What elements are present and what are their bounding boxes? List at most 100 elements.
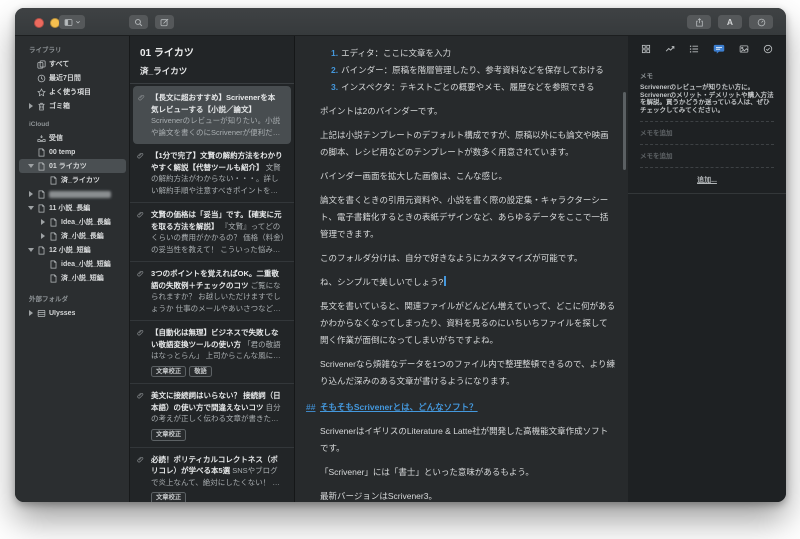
trash-icon — [37, 102, 46, 111]
paragraph[interactable]: 上記は小説テンプレートのデフォルト構成ですが、原稿以外にも論文や映画の脚本、レシ… — [320, 127, 616, 161]
keyword-tag[interactable]: 文章校正 — [151, 492, 186, 502]
redacted-label — [49, 191, 111, 198]
sidebar-item-01-raikatsu[interactable]: 01 ライカツ — [19, 159, 126, 173]
sheet-item[interactable]: 必読！ポリティカルコレクトネス（ポリコレ）が学べる本5選 SNSやブログで炎上な… — [130, 448, 294, 502]
sheet-icon — [49, 176, 58, 185]
paperclip-icon — [137, 392, 144, 399]
sheet-list: 01 ライカツ 済_ライカツ 【長文に超おすすめ】Scrivenerを本気レビュ… — [130, 36, 295, 502]
grid-icon[interactable] — [641, 44, 651, 54]
disclosure-triangle[interactable] — [27, 191, 34, 197]
disclosure-triangle[interactable] — [27, 248, 34, 252]
paragraph[interactable]: ポイントは2のバインダーです。 — [320, 103, 616, 120]
sheet-icon — [37, 246, 46, 255]
keyword-tag[interactable]: 文章校正 — [151, 429, 186, 441]
sheet-group-header: 済_ライカツ — [130, 63, 294, 84]
paragraph[interactable]: 長文を書いていると、関連ファイルがどんどん増えていって、どこに何があるかわからな… — [320, 298, 616, 349]
chevron-down-icon — [75, 19, 81, 25]
sidebar-item-sumi-novel-long[interactable]: 済_小説_長編 — [19, 229, 126, 243]
sidebar-item-last7days[interactable]: 最近7日間 — [19, 71, 126, 85]
sidebar-item-sumi-novel-short[interactable]: 済_小説_短編 — [19, 271, 126, 285]
titlebar: A — [15, 8, 786, 36]
sidebar-toggle-button[interactable] — [59, 15, 85, 29]
paragraph[interactable]: ScrivenerはイギリスのLiterature & Latte社が開発した高… — [320, 423, 616, 457]
sheet-icon — [49, 274, 58, 283]
keyword-tag[interactable]: 文章校正 — [151, 366, 186, 378]
sidebar-item-idea-novel-short[interactable]: idea_小説_短編 — [19, 257, 126, 271]
sidebar-item-redacted[interactable] — [19, 187, 126, 201]
goals-icon[interactable] — [763, 44, 773, 54]
sheet-icon — [37, 148, 46, 157]
sheet-item[interactable]: 3つのポイントを覚えればOK。二重敬語の失敗例＋チェックのコツ ご覧になられます… — [130, 262, 294, 321]
paragraph[interactable]: 論文を書くときの引用元資料や、小説を書く際の設定集・キャラクターシート、電子書籍… — [320, 192, 616, 243]
sidebar-header-library: ライブラリ — [19, 44, 126, 57]
attachments-panel: メモ Scrivenerのレビューが知りたい方に。Scrivenerのメリット・… — [628, 36, 786, 502]
sheet-icon — [37, 190, 46, 199]
inbox-icon — [37, 134, 46, 143]
sidebar-item-11-novel-long[interactable]: 11 小説_長編 — [19, 201, 126, 215]
text-cursor — [444, 276, 446, 286]
memo-note-text[interactable]: Scrivenerのレビューが知りたい方に。Scrivenerのメリット・デメリ… — [628, 84, 786, 114]
images-icon[interactable] — [739, 44, 749, 54]
sidebar-item-favorites[interactable]: よく使う項目 — [19, 85, 126, 99]
sheet-item[interactable]: 【自動化は無理】ビジネスで失敗しない敬語変換ツールの使い方 「君の敬語はなっとら… — [130, 321, 294, 384]
memo-add-placeholder[interactable]: メモを追加 — [628, 145, 786, 160]
statistics-icon — [757, 18, 766, 27]
paperclip-icon — [137, 456, 144, 463]
disclosure-triangle[interactable] — [27, 206, 34, 210]
sidebar-item-ulysses[interactable]: Ulysses — [19, 306, 126, 320]
markdown-heading-marker: ## — [306, 399, 315, 416]
sidebar-item-idea-novel-long[interactable]: Idea_小説_長編 — [19, 215, 126, 229]
sidebar-item-sumi-raikatsu[interactable]: 済_ライカツ — [19, 173, 126, 187]
paragraph[interactable]: 「Scrivener」には「書士」といった意味があるもよう。 — [320, 464, 616, 481]
disclosure-triangle[interactable] — [27, 310, 34, 316]
paragraph[interactable]: 最新バージョンはScrivener3。 — [320, 488, 616, 502]
compose-button[interactable] — [155, 15, 174, 29]
list-item[interactable]: 2.バインダー：原稿を階層管理したり、参考資料などを保存しておける — [320, 62, 616, 79]
sheet-list-title: 01 ライカツ — [130, 36, 294, 63]
editor-pane[interactable]: 1.エディタ：ここに文章を入力 2.バインダー：原稿を階層管理したり、参考資料な… — [295, 36, 628, 502]
list-item[interactable]: 1.エディタ：ここに文章を入力 — [320, 45, 616, 62]
paperclip-icon — [137, 211, 144, 218]
text-style-button[interactable]: A — [718, 15, 742, 29]
sheet-item[interactable]: 美文に接続詞はいらない？ 接続詞（日本語）の使い方で間違えないコツ 自分の考えが… — [130, 384, 294, 447]
ulysses-window: A ライブラリ すべて 最近7日間 よく使う項目 — [15, 8, 786, 502]
sheet-item-selected[interactable]: 【長文に超おすすめ】Scrivenerを本気レビューする【小説／論文】 Scri… — [133, 86, 291, 144]
paragraph[interactable]: このフォルダ分けは、自分で好きなようにカスタマイズが可能です。 — [320, 250, 616, 267]
sheet-item[interactable]: 【1分で完了】文賢の解約方法をわかりやすく解説【代替ツールも紹介】 文賢の解約方… — [130, 144, 294, 203]
share-button[interactable] — [687, 15, 711, 29]
disclosure-triangle[interactable] — [39, 219, 46, 225]
progress-icon[interactable] — [665, 44, 675, 54]
paperclip-icon — [137, 270, 144, 277]
editor-scrollbar[interactable] — [623, 92, 626, 170]
paperclip-icon — [137, 152, 144, 159]
outline-icon[interactable] — [689, 44, 699, 54]
keyword-tag[interactable]: 敬語 — [189, 366, 212, 378]
paragraph[interactable]: Scrivenerなら煩雑なデータを1つのファイル内で整理整頓できるので、より練… — [320, 356, 616, 390]
paragraph-with-cursor[interactable]: ね、シンプルで美しいでしょう? — [320, 274, 616, 291]
sidebar-item-12-novel-short[interactable]: 12 小説_短編 — [19, 243, 126, 257]
share-icon — [695, 18, 704, 27]
heading-2[interactable]: ##そもそもScrivenerとは、どんなソフト？ — [320, 399, 616, 416]
disclosure-triangle[interactable] — [39, 233, 46, 239]
sidebar-item-00temp[interactable]: 00 temp — [19, 145, 126, 159]
add-attachment-link[interactable]: 追加... — [628, 168, 786, 193]
sheet-item[interactable]: 文賢の価格は「妥当」です。【確実に元を取る方法を解説】 『文賢』ってどのくらいの… — [130, 203, 294, 262]
notes-icon[interactable] — [713, 43, 725, 55]
section-divider — [628, 193, 786, 194]
sidebar-item-inbox[interactable]: 受信 — [19, 131, 126, 145]
toolbar-right-group: A — [687, 15, 773, 29]
paragraph[interactable]: バインダー画面を拡大した画像は、こんな感じ。 — [320, 168, 616, 185]
search-button[interactable] — [129, 15, 148, 29]
close-button[interactable] — [34, 18, 44, 28]
search-icon — [134, 18, 143, 27]
sidebar-toggle-icon — [64, 18, 73, 27]
sidebar-item-trash[interactable]: ゴミ箱 — [19, 99, 126, 113]
statistics-button[interactable] — [749, 15, 773, 29]
list-item[interactable]: 3.インスペクタ：テキストごとの概要やメモ、履歴などを参照できる — [320, 79, 616, 96]
sheet-icon — [49, 260, 58, 269]
disclosure-triangle[interactable] — [27, 164, 34, 168]
disclosure-triangle[interactable] — [27, 103, 34, 109]
memo-add-placeholder[interactable]: メモを追加 — [628, 122, 786, 137]
clock-icon — [37, 74, 46, 83]
sidebar-item-all[interactable]: すべて — [19, 57, 126, 71]
